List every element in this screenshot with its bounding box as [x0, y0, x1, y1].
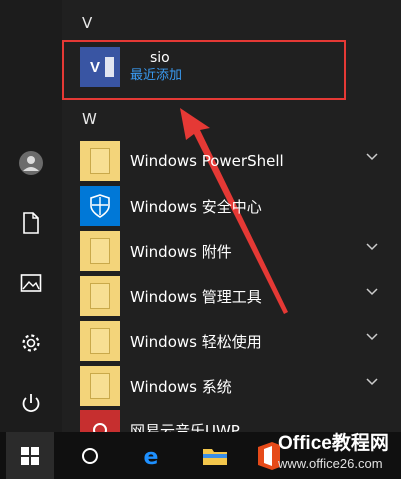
folder-icon: [80, 321, 120, 361]
document-icon: [23, 212, 39, 234]
folder-icon: [80, 276, 120, 316]
power-button[interactable]: [14, 386, 48, 420]
chevron-down-icon[interactable]: [366, 378, 378, 386]
app-label: Windows 管理工具: [130, 287, 262, 306]
group-header-w[interactable]: W: [82, 110, 97, 128]
user-avatar-button[interactable]: [14, 146, 48, 180]
app-label: 网易云音乐UWP: [130, 422, 240, 432]
app-item-security-center[interactable]: Windows 安全中心: [80, 185, 390, 227]
app-item-ease-of-access[interactable]: Windows 轻松使用: [80, 320, 390, 362]
taskbar: e Office教程网 www.office26.com: [0, 432, 401, 479]
app-item-system[interactable]: Windows 系统: [80, 365, 390, 407]
app-item-accessories[interactable]: Windows 附件: [80, 230, 390, 272]
app-label: Windows 系统: [130, 377, 232, 396]
netease-music-icon: [80, 410, 120, 432]
edge-button[interactable]: e: [128, 432, 174, 479]
cortana-circle-icon: [82, 447, 98, 464]
folder-icon: [80, 366, 120, 406]
picture-icon: [20, 274, 42, 292]
chevron-down-icon[interactable]: [366, 288, 378, 296]
start-menu-rail: [0, 0, 62, 432]
chevron-down-icon[interactable]: [366, 153, 378, 161]
app-item-admin-tools[interactable]: Windows 管理工具: [80, 275, 390, 317]
chevron-down-icon[interactable]: [366, 243, 378, 251]
app-label: Windows 安全中心: [130, 197, 262, 216]
power-icon: [22, 394, 40, 412]
watermark-brand: Office教程网: [278, 433, 389, 454]
watermark-url: www.office26.com: [278, 456, 383, 471]
app-label: Windows PowerShell: [130, 152, 284, 170]
group-header-v[interactable]: V: [82, 14, 92, 32]
start-button[interactable]: [6, 432, 54, 479]
folder-icon: [80, 141, 120, 181]
pictures-button[interactable]: [14, 266, 48, 300]
folder-icon: [80, 231, 120, 271]
app-item-netease-music[interactable]: 网易云音乐UWP: [80, 410, 390, 432]
app-label: Windows 附件: [130, 242, 232, 261]
folder-icon: [203, 448, 227, 465]
user-icon: [19, 151, 43, 175]
app-label: Windows 轻松使用: [130, 332, 262, 351]
cortana-button[interactable]: [67, 432, 113, 479]
app-item-powershell[interactable]: Windows PowerShell: [80, 140, 390, 182]
watermark: Office教程网 www.office26.com: [278, 434, 398, 474]
chevron-down-icon[interactable]: [366, 333, 378, 341]
documents-button[interactable]: [14, 206, 48, 240]
gear-icon: [22, 334, 40, 352]
edge-icon: e: [144, 445, 159, 468]
highlight-box: [62, 40, 346, 100]
settings-button[interactable]: [14, 326, 48, 360]
windows-logo-icon: [21, 446, 39, 465]
file-explorer-button[interactable]: [192, 432, 238, 479]
shield-icon: [80, 186, 120, 226]
svg-text:e: e: [144, 445, 159, 468]
